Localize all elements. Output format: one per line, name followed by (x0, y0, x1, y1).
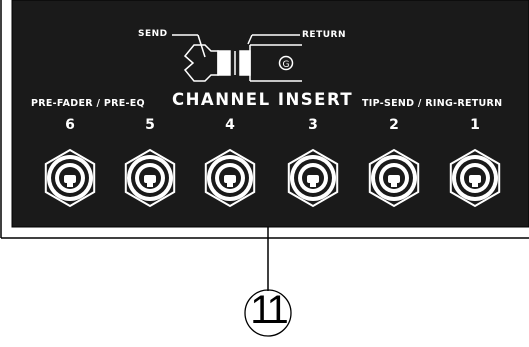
callout-number: 11 (250, 288, 289, 332)
pre-fader-label: PRE-FADER / PRE-EQ (31, 98, 145, 109)
channel-insert-title: CHANNEL INSERT (172, 90, 354, 109)
channel-number-4: 4 (225, 117, 235, 133)
ground-symbol: G (283, 60, 290, 70)
tip-send-label: TIP-SEND / RING-RETURN (362, 98, 503, 109)
return-label: RETURN (302, 30, 346, 40)
channel-number-3: 3 (308, 117, 318, 133)
channel-number-6: 6 (65, 117, 75, 133)
channel-number-2: 2 (389, 117, 399, 133)
send-label: SEND (138, 29, 168, 39)
channel-number-5: 5 (145, 117, 155, 133)
channel-number-1: 1 (470, 117, 480, 133)
